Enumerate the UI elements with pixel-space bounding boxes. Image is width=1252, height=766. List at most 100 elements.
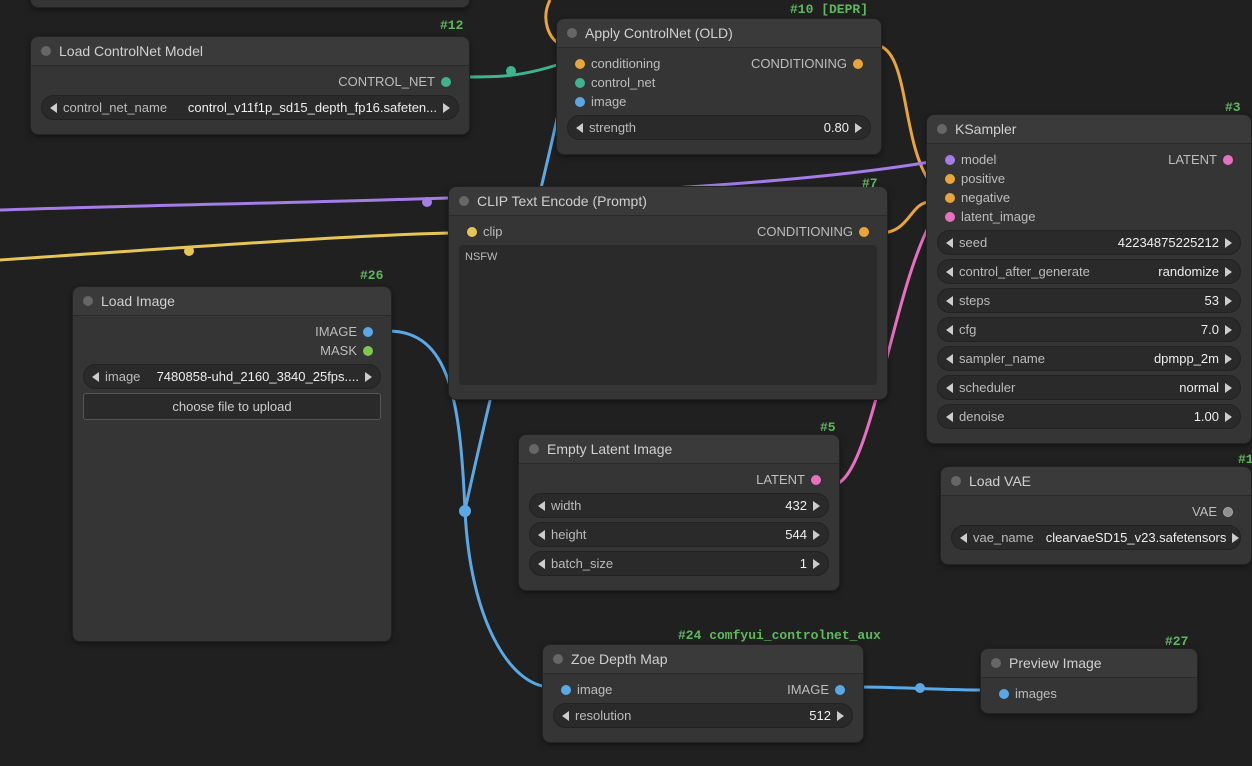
chevron-left-icon[interactable] (960, 533, 967, 543)
port-dot-icon[interactable] (575, 97, 585, 107)
node-header[interactable]: KSampler (927, 115, 1251, 144)
input-slot[interactable]: clip (457, 222, 507, 241)
input-slot[interactable]: negative (935, 188, 1039, 207)
chevron-right-icon[interactable] (837, 711, 844, 721)
widget-steps[interactable]: steps53 (937, 288, 1241, 313)
collapse-dot-icon[interactable] (553, 654, 563, 664)
output-slot[interactable]: LATENT (527, 470, 831, 489)
output-slot[interactable]: CONDITIONING (747, 54, 873, 73)
widget-batch_size[interactable]: batch_size1 (529, 551, 829, 576)
chevron-left-icon[interactable] (946, 325, 953, 335)
widget-width[interactable]: width432 (529, 493, 829, 518)
chevron-left-icon[interactable] (562, 711, 569, 721)
port-dot-icon[interactable] (575, 78, 585, 88)
chevron-left-icon[interactable] (92, 372, 99, 382)
chevron-right-icon[interactable] (365, 372, 372, 382)
chevron-right-icon[interactable] (813, 559, 820, 569)
output-slot[interactable]: IMAGE (81, 322, 383, 341)
port-dot-icon[interactable] (561, 685, 571, 695)
chevron-right-icon[interactable] (1225, 354, 1232, 364)
choose-file-button[interactable]: choose file to upload (83, 393, 381, 420)
node-header[interactable]: Apply ControlNet (OLD) (557, 19, 881, 48)
widget-resolution[interactable]: resolution 512 (553, 703, 853, 728)
chevron-right-icon[interactable] (1225, 383, 1232, 393)
collapse-dot-icon[interactable] (951, 476, 961, 486)
chevron-right-icon[interactable] (1225, 296, 1232, 306)
collapse-dot-icon[interactable] (567, 28, 577, 38)
widget-control-net-name[interactable]: control_net_name control_v11f1p_sd15_dep… (41, 95, 459, 120)
port-dot-icon[interactable] (835, 685, 845, 695)
input-slot[interactable]: images (989, 684, 1189, 703)
input-slot[interactable]: latent_image (935, 207, 1039, 226)
port-dot-icon[interactable] (811, 475, 821, 485)
output-slot[interactable]: IMAGE (783, 680, 855, 699)
input-slot[interactable]: control_net (565, 73, 664, 92)
port-dot-icon[interactable] (859, 227, 869, 237)
widget-strength[interactable]: strength 0.80 (567, 115, 871, 140)
port-dot-icon[interactable] (945, 193, 955, 203)
widget-cfg[interactable]: cfg7.0 (937, 317, 1241, 342)
output-slot[interactable]: MASK (81, 341, 383, 360)
node-header[interactable]: Load Image (73, 287, 391, 316)
node-header[interactable]: Load ControlNet Model (31, 37, 469, 66)
collapse-dot-icon[interactable] (41, 46, 51, 56)
collapse-dot-icon[interactable] (991, 658, 1001, 668)
node-header[interactable]: Empty Latent Image (519, 435, 839, 464)
chevron-right-icon[interactable] (1225, 267, 1232, 277)
collapse-dot-icon[interactable] (937, 124, 947, 134)
output-slot[interactable]: CONDITIONING (753, 222, 879, 241)
port-dot-icon[interactable] (363, 346, 373, 356)
node-graph-canvas[interactable]: #12 #10 [DEPR] #3 #7 #26 #5 #1 #24 comfy… (0, 0, 1252, 766)
widget-seed[interactable]: seed42234875225212 (937, 230, 1241, 255)
input-slot[interactable]: conditioning (565, 54, 664, 73)
widget-denoise[interactable]: denoise1.00 (937, 404, 1241, 429)
port-dot-icon[interactable] (1223, 155, 1233, 165)
chevron-left-icon[interactable] (538, 501, 545, 511)
chevron-left-icon[interactable] (946, 267, 953, 277)
node-preview-image[interactable]: Preview Image images (980, 648, 1198, 714)
collapse-dot-icon[interactable] (459, 196, 469, 206)
chevron-right-icon[interactable] (1232, 533, 1239, 543)
port-dot-icon[interactable] (945, 212, 955, 222)
chevron-right-icon[interactable] (1225, 412, 1232, 422)
widget-control_after_generate[interactable]: control_after_generaterandomize (937, 259, 1241, 284)
input-slot[interactable]: image (565, 92, 664, 111)
chevron-left-icon[interactable] (538, 559, 545, 569)
chevron-left-icon[interactable] (946, 296, 953, 306)
widget-image[interactable]: image 7480858-uhd_2160_3840_25fps.... (83, 364, 381, 389)
widget-height[interactable]: height544 (529, 522, 829, 547)
port-dot-icon[interactable] (945, 174, 955, 184)
node-header[interactable]: Zoe Depth Map (543, 645, 863, 674)
node-load-controlnet[interactable]: Load ControlNet Model CONTROL_NET contro… (30, 36, 470, 135)
node-header[interactable]: Preview Image (981, 649, 1197, 678)
widget-sampler_name[interactable]: sampler_namedpmpp_2m (937, 346, 1241, 371)
node-clip-text-encode[interactable]: CLIP Text Encode (Prompt) clip CONDITION… (448, 186, 888, 400)
chevron-right-icon[interactable] (813, 530, 820, 540)
chevron-left-icon[interactable] (576, 123, 583, 133)
chevron-left-icon[interactable] (946, 412, 953, 422)
chevron-left-icon[interactable] (538, 530, 545, 540)
node-header[interactable]: Load VAE (941, 467, 1251, 496)
collapse-dot-icon[interactable] (529, 444, 539, 454)
node-ksampler[interactable]: KSampler model positive negative latent_… (926, 114, 1252, 444)
port-dot-icon[interactable] (945, 155, 955, 165)
output-slot[interactable]: LATENT (1164, 150, 1243, 169)
port-dot-icon[interactable] (363, 327, 373, 337)
chevron-left-icon[interactable] (946, 354, 953, 364)
node-load-image[interactable]: Load Image IMAGE MASK image 7480858-uhd_… (72, 286, 392, 642)
node-load-vae[interactable]: Load VAE VAE vae_name clearvaeSD15_v23.s… (940, 466, 1252, 565)
widget-scheduler[interactable]: schedulernormal (937, 375, 1241, 400)
port-dot-icon[interactable] (999, 689, 1009, 699)
prompt-textarea[interactable]: NSFW (459, 245, 877, 385)
chevron-right-icon[interactable] (813, 501, 820, 511)
chevron-right-icon[interactable] (1225, 238, 1232, 248)
widget-vae-name[interactable]: vae_name clearvaeSD15_v23.safetensors (951, 525, 1241, 550)
port-dot-icon[interactable] (853, 59, 863, 69)
chevron-left-icon[interactable] (50, 103, 57, 113)
chevron-right-icon[interactable] (855, 123, 862, 133)
node-apply-controlnet[interactable]: Apply ControlNet (OLD) conditioning cont… (556, 18, 882, 155)
chevron-left-icon[interactable] (946, 238, 953, 248)
node-zoe-depth[interactable]: Zoe Depth Map image IMAGE resolution 512 (542, 644, 864, 743)
partial-node-top[interactable] (30, 0, 470, 8)
collapse-dot-icon[interactable] (83, 296, 93, 306)
